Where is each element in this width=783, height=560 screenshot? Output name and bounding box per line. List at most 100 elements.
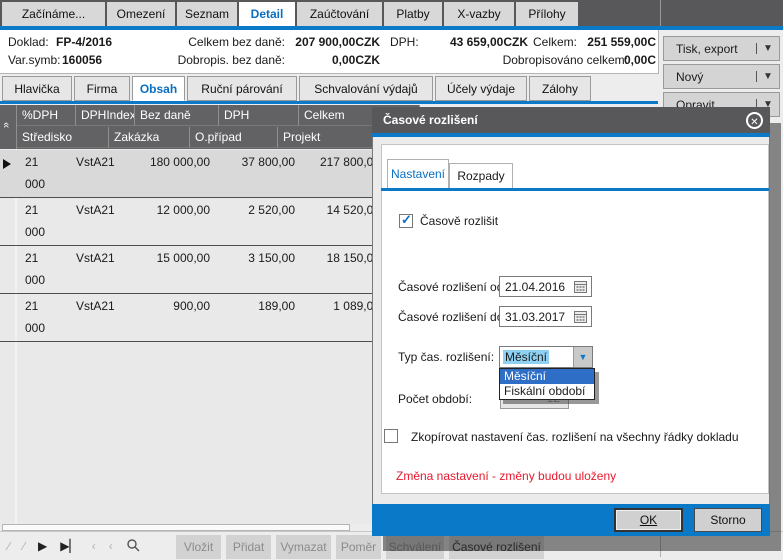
tab-platby[interactable]: Platby (384, 2, 444, 26)
horizontal-scrollbar[interactable] (2, 524, 350, 531)
chevron-down-icon[interactable]: ▼ (573, 347, 592, 367)
dialog-tab-rozpady[interactable]: Rozpady (449, 163, 513, 188)
app-window: Začínáme... Omezení Seznam Detail Zaúčto… (0, 0, 783, 560)
col-bez-dane[interactable]: Bez daně (135, 105, 219, 126)
accrual-type-dropdown-list: Měsíční Fiskální období (499, 368, 595, 400)
table-row[interactable]: 21 VstA21 180 000,00 37 800,00 217 800,0… (0, 150, 420, 198)
search-icon[interactable] (126, 538, 140, 555)
collapse-header-button[interactable]: « (0, 105, 17, 149)
subtab-schvalovani[interactable]: Schvalování výdajů (299, 76, 433, 101)
ok-button[interactable]: OK (614, 508, 683, 532)
tab-zaciname[interactable]: Začínáme... (2, 2, 107, 26)
cell-stredisko: 000 (25, 321, 45, 335)
toolbar-divider (660, 535, 661, 557)
double-chevron-up-icon: « (0, 122, 12, 128)
print-export-button[interactable]: Tisk, export ▼ (663, 36, 780, 61)
cell-dph: 2 520,00 (248, 203, 295, 217)
dialog-tab-nastaveni[interactable]: Nastavení (387, 159, 449, 188)
approval-button[interactable]: Schválení (386, 535, 444, 559)
dropdown-option-fiskalni[interactable]: Fiskální období (500, 384, 594, 399)
cell-dph-pct: 21 (25, 299, 38, 313)
calendar-icon[interactable] (574, 280, 589, 293)
col-zakazka[interactable]: Zakázka (109, 127, 190, 148)
cell-dph-pct: 21 (25, 203, 38, 217)
tab-xvazby[interactable]: X-vazby (444, 2, 516, 26)
tab-omezeni[interactable]: Omezení (107, 2, 177, 26)
dropdown-option-mesicni[interactable]: Měsíční (500, 369, 594, 384)
accrual-to-field[interactable]: 31.03.2017 (499, 306, 592, 327)
celkem-bez-dane-value: 207 900,00CZK (295, 35, 380, 49)
tab-prilohy[interactable]: Přílohy (516, 2, 580, 26)
cell-stredisko: 000 (25, 225, 45, 239)
cell-stredisko: 000 (25, 177, 45, 191)
col-dph-index[interactable]: DPHIndex (76, 105, 135, 126)
subtab-zalohy[interactable]: Zálohy (529, 76, 591, 101)
time-accrual-checkbox-label: Časově rozlišit (420, 214, 498, 228)
tab-seznam[interactable]: Seznam (177, 2, 239, 26)
first-record-icon[interactable]: ∕ (8, 539, 10, 553)
subtab-rucni-parovani[interactable]: Ruční párování (187, 76, 297, 101)
items-table: %DPH DPHIndex Bez daně DPH Celkem Středi… (0, 105, 420, 524)
accrual-type-combobox[interactable]: Měsíční ▼ (499, 346, 593, 368)
time-accrual-button[interactable]: Časové rozlišení (449, 535, 544, 559)
col-dph[interactable]: DPH (219, 105, 299, 126)
casove-rozliseni-dialog: Časové rozlišení ✕ Nastavení Rozpady Čas… (372, 107, 770, 535)
copy-to-all-rows-checkbox[interactable] (384, 429, 398, 443)
chevron-down-icon[interactable]: ▼ (756, 71, 779, 82)
subtab-firma[interactable]: Firma (74, 76, 130, 101)
dph-value: 43 659,00CZK (450, 35, 528, 49)
collapse-left-icon[interactable]: ‹ (92, 539, 96, 553)
table-row[interactable]: 21 VstA21 900,00 189,00 1 089,00 000 (0, 294, 420, 342)
print-export-label: Tisk, export (664, 42, 756, 56)
cell-bez-dane: 15 000,00 (157, 251, 210, 265)
time-accrual-checkbox[interactable] (399, 214, 413, 228)
copy-to-all-rows-label: Zkopírovat nastavení čas. rozlišení na v… (411, 430, 739, 444)
subtab-ucely-vydaje[interactable]: Účely výdaje (435, 76, 527, 101)
table-row[interactable]: 21 VstA21 15 000,00 3 150,00 18 150,00 0… (0, 246, 420, 294)
cancel-button[interactable]: Storno (694, 508, 762, 532)
period-count-label: Počet období: (398, 392, 472, 406)
new-label: Nový (664, 70, 756, 84)
prev-record-icon[interactable]: ∕ (23, 539, 25, 553)
cell-dph-index: VstA21 (76, 299, 115, 313)
ratio-button[interactable]: Poměr (336, 535, 381, 559)
new-button[interactable]: Nový ▼ (663, 64, 780, 89)
table-row[interactable]: 21 VstA21 12 000,00 2 520,00 14 520,00 0… (0, 198, 420, 246)
cell-dph-pct: 21 (25, 251, 38, 265)
main-tab-bar: Začínáme... Omezení Seznam Detail Zaúčto… (0, 0, 783, 26)
celkem-label: Celkem: (533, 35, 577, 49)
last-record-icon[interactable]: ▶▏ (60, 539, 78, 553)
tab-zauctovani[interactable]: Zaúčtování (297, 2, 384, 26)
col-opripad[interactable]: O.případ (190, 127, 278, 148)
cell-bez-dane: 900,00 (173, 299, 210, 313)
col-stredisko[interactable]: Středisko (17, 127, 109, 148)
col-dph-pct[interactable]: %DPH (17, 105, 76, 126)
tab-detail[interactable]: Detail (239, 2, 297, 26)
accent-line-dialog (372, 133, 770, 137)
dobropis-label: Dobropis. bez daně: (178, 53, 285, 67)
close-icon[interactable]: ✕ (746, 112, 763, 129)
calendar-icon[interactable] (574, 310, 589, 323)
topbar-divider (660, 0, 661, 26)
subtab-obsah[interactable]: Obsah (132, 76, 185, 101)
next-record-icon[interactable]: ▶ (38, 539, 47, 553)
document-summary: Doklad: FP-4/2016 Celkem bez daně: 207 9… (0, 30, 659, 74)
accrual-type-label: Typ čas. rozlišení: (398, 350, 494, 364)
chevron-down-icon[interactable]: ▼ (756, 43, 779, 54)
insert-button[interactable]: Vložit (176, 535, 221, 559)
accrual-from-field[interactable]: 21.04.2016 (499, 276, 592, 297)
cell-dph-index: VstA21 (76, 155, 115, 169)
dialog-title: Časové rozlišení (372, 107, 770, 133)
subtab-hlavicka[interactable]: Hlavička (2, 76, 72, 101)
table-header-row2: Středisko Zakázka O.případ Projekt (0, 127, 420, 149)
accent-line-subtabs (0, 101, 658, 104)
add-button[interactable]: Přidat (226, 535, 271, 559)
accrual-to-label: Časové rozlišení do: (398, 310, 507, 324)
table-header-row1: %DPH DPHIndex Bez daně DPH Celkem (0, 105, 420, 127)
cell-celkem: 217 800,00 (320, 155, 380, 169)
varsymb-value: 160056 (62, 53, 102, 67)
collapse-icon[interactable]: ‹ (109, 539, 113, 553)
cell-dph-pct: 21 (25, 155, 38, 169)
dobropisovano-label: Dobropisováno celkem: (503, 53, 628, 67)
delete-button[interactable]: Vymazat (276, 535, 331, 559)
